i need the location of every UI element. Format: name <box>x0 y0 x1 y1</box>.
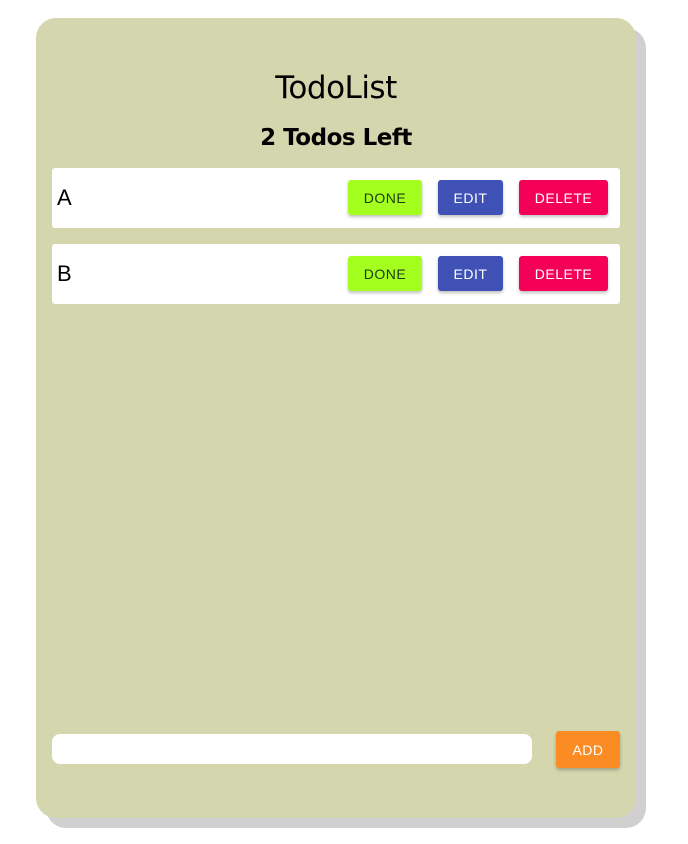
edit-button[interactable]: EDIT <box>438 180 503 215</box>
todos-left-count: 2 Todos Left <box>260 125 412 151</box>
todo-item: B DONE EDIT DELETE <box>52 244 620 304</box>
todo-item-text: B <box>57 261 72 286</box>
page-title: TodoList <box>275 70 397 106</box>
todo-card: TodoList 2 Todos Left A DONE EDIT DELETE… <box>36 18 636 818</box>
todo-item-text: A <box>57 185 72 210</box>
done-button[interactable]: DONE <box>348 180 422 215</box>
edit-button[interactable]: EDIT <box>438 256 503 291</box>
todo-item: A DONE EDIT DELETE <box>52 168 620 228</box>
new-todo-input[interactable] <box>52 734 532 764</box>
delete-button[interactable]: DELETE <box>519 256 608 291</box>
delete-button[interactable]: DELETE <box>519 180 608 215</box>
add-button[interactable]: ADD <box>556 731 620 768</box>
done-button[interactable]: DONE <box>348 256 422 291</box>
